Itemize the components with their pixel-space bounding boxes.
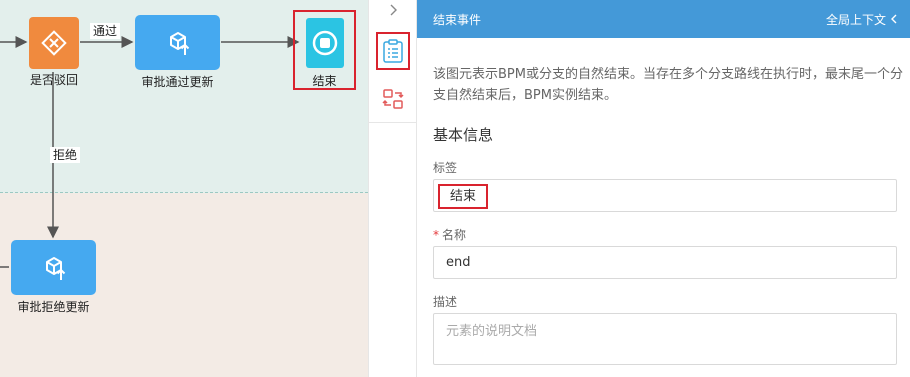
panel-header: 结束事件 全局上下文 <box>417 0 910 38</box>
strip-divider <box>369 122 416 123</box>
properties-tab[interactable] <box>376 32 410 70</box>
update-task-icon <box>45 256 65 280</box>
pass-edge-label: 通过 <box>90 23 121 39</box>
global-context-label: 全局上下文 <box>825 12 886 27</box>
update-task-icon <box>169 31 189 55</box>
name-input[interactable] <box>433 246 897 279</box>
label-field-label: 标签 <box>433 161 458 175</box>
end-node-highlight[interactable]: 结束 <box>293 10 356 90</box>
gateway-label: 是否驳回 <box>29 73 78 87</box>
reject-edge-label: 拒绝 <box>50 147 81 163</box>
label-input[interactable]: 结束 <box>433 179 897 212</box>
end-label: 结束 <box>312 74 337 88</box>
swap-icon <box>382 89 404 109</box>
stop-icon <box>312 30 338 56</box>
description-textarea[interactable] <box>433 313 897 365</box>
reject-task-node[interactable] <box>11 240 96 295</box>
element-description: 该图元表示BPM或分支的自然结束。当存在多个分支路线在执行时，最末尾一个分支自然… <box>433 67 903 103</box>
approve-task-label: 审批通过更新 <box>141 75 214 89</box>
label-input-value: 结束 <box>438 184 489 209</box>
bpm-editor: 是否驳回 通过 审批通过更新 结束 拒绝 审批拒绝更新 结束事件 全局上下文 该… <box>0 0 910 377</box>
chevron-right-icon <box>390 4 397 16</box>
panel-body: 该图元表示BPM或分支的自然结束。当存在多个分支路线在执行时，最末尾一个分支自然… <box>417 64 910 365</box>
flow-canvas[interactable]: 是否驳回 通过 审批通过更新 结束 拒绝 审批拒绝更新 <box>0 0 368 377</box>
gateway-node[interactable] <box>29 17 79 69</box>
name-field-label: * 名称 <box>433 226 894 243</box>
end-event-node[interactable] <box>306 18 344 68</box>
chevron-left-icon <box>891 14 897 24</box>
properties-panel: 结束事件 全局上下文 该图元表示BPM或分支的自然结束。当存在多个分支路线在执行… <box>417 0 910 377</box>
name-label-text: 名称 <box>442 228 467 242</box>
clipboard-list-icon <box>383 39 403 63</box>
desc-field-label: 描述 <box>433 295 458 309</box>
required-marker: * <box>433 228 439 242</box>
section-title: 基本信息 <box>433 126 494 144</box>
panel-tab-strip <box>368 0 417 377</box>
flow-tab[interactable] <box>376 80 410 118</box>
reject-task-label: 审批拒绝更新 <box>17 300 90 314</box>
approve-task-node[interactable] <box>135 15 220 70</box>
exclusive-gateway-icon <box>41 30 67 56</box>
panel-title: 结束事件 <box>433 12 482 27</box>
global-context-button[interactable]: 全局上下文 <box>826 11 898 28</box>
collapse-toggle[interactable] <box>369 0 416 20</box>
